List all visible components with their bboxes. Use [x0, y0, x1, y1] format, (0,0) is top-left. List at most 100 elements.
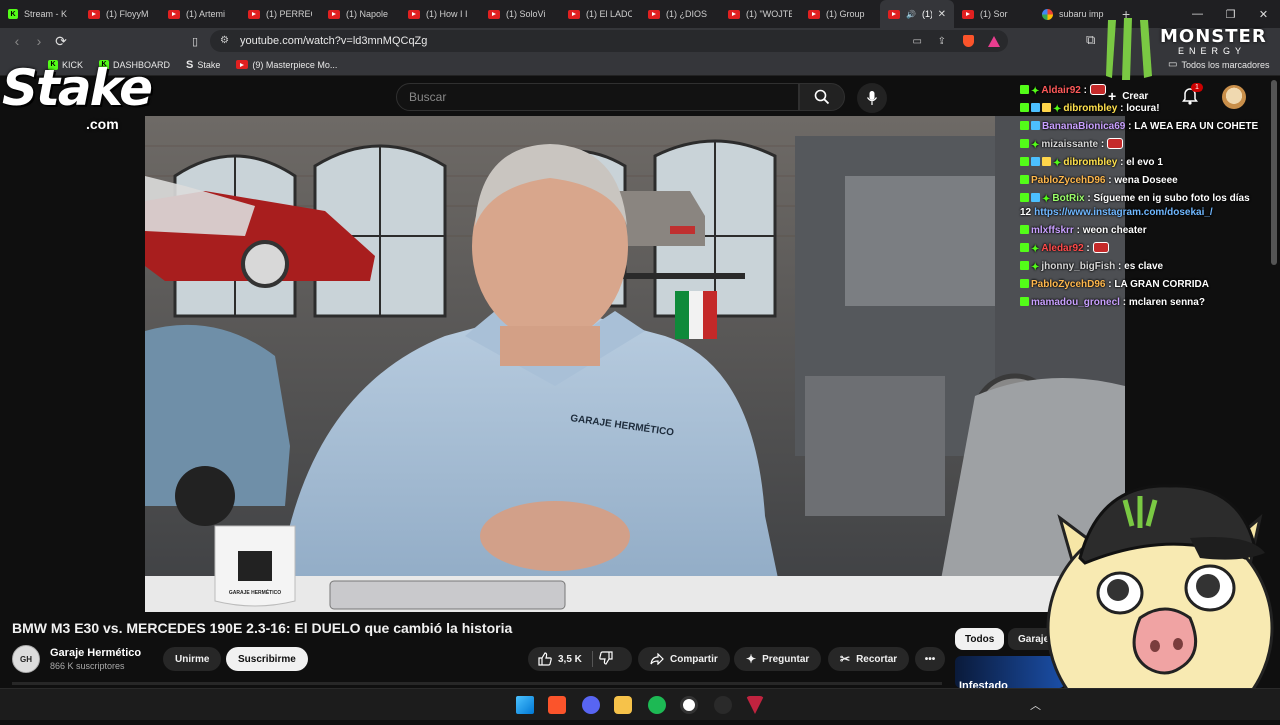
- chat-username[interactable]: BotRix: [1052, 193, 1084, 204]
- chat-username[interactable]: dibrombley: [1063, 157, 1117, 168]
- valorant-icon[interactable]: [746, 696, 764, 714]
- subscribe-button[interactable]: Suscribirme: [226, 647, 308, 671]
- tray-chevron-icon[interactable]: ︿: [1030, 697, 1041, 713]
- reload-icon[interactable]: ⟳: [50, 30, 72, 52]
- search-button[interactable]: [799, 83, 845, 111]
- chat-username[interactable]: dibrombley: [1063, 103, 1117, 114]
- speaker-icon[interactable]: 🔊: [906, 10, 916, 19]
- kick-badge-icon: [1020, 297, 1029, 306]
- chat-message: ✦ jhonny_bigFish : es clave: [1020, 260, 1260, 274]
- filter-chip-all[interactable]: Todos: [955, 628, 1005, 650]
- browser-tab[interactable]: (1) FloyyM: [80, 0, 160, 28]
- cat-mascot-overlay: [1040, 478, 1280, 725]
- browser-tab[interactable]: (1) El LADO: [560, 0, 640, 28]
- chat-separator: :: [1073, 225, 1083, 236]
- more-icon: •••: [924, 653, 936, 665]
- chat-text: el evo 1: [1126, 157, 1163, 168]
- browser-tab[interactable]: (1) ¿DIOS: [640, 0, 720, 28]
- chat-message: ✦ mizaissante :: [1020, 138, 1260, 152]
- stake-logo-text: Stake: [2, 59, 153, 117]
- youtube-icon: [568, 9, 580, 19]
- subscriber-badge-icon: [1031, 193, 1040, 202]
- back-icon[interactable]: ‹: [6, 30, 28, 52]
- chat-username[interactable]: PabloZycehD96: [1031, 175, 1105, 186]
- tab-label: (1) Sor: [980, 9, 1008, 19]
- chat-message: mlxffskrr : weon cheater: [1020, 224, 1260, 238]
- chat-link[interactable]: https://www.instagram.com/dosekai_/: [1034, 207, 1213, 218]
- bookmark-masterpiece[interactable]: (9) Masterpiece Mo...: [228, 60, 345, 70]
- windows-start-icon[interactable]: [516, 696, 534, 714]
- verified-badge-icon: ✦: [1053, 158, 1062, 169]
- tab-label: (1) Napole: [346, 9, 389, 19]
- progress-track: [12, 682, 942, 685]
- search-input[interactable]: Buscar: [396, 83, 799, 111]
- video-title: BMW M3 E30 vs. MERCEDES 190E 2.3-16: El …: [12, 620, 513, 636]
- forward-icon[interactable]: ›: [28, 30, 50, 52]
- brave-shield-icon[interactable]: [963, 35, 974, 47]
- steam-icon[interactable]: [680, 696, 698, 714]
- ask-button[interactable]: ✦ Preguntar: [734, 647, 822, 671]
- browser-tab[interactable]: (1) "WOJTE: [720, 0, 800, 28]
- browser-tab[interactable]: (1) Sor: [954, 0, 1034, 28]
- browser-tab[interactable]: (1) How I I: [400, 0, 480, 28]
- channel-avatar[interactable]: GH: [12, 645, 40, 673]
- site-info-icon[interactable]: ⚙: [220, 35, 229, 46]
- verified-badge-icon: ✦: [1053, 104, 1062, 115]
- share-button[interactable]: Compartir: [638, 647, 730, 671]
- browser-tab[interactable]: (1) Group: [800, 0, 880, 28]
- extensions-icon[interactable]: ⧉: [1086, 32, 1095, 48]
- chat-username[interactable]: PabloZycehD96: [1031, 279, 1105, 290]
- url-field[interactable]: ⚙ youtube.com/watch?v=ld3mnMQCqZg ▭ ⇪: [210, 30, 1008, 52]
- more-actions-button[interactable]: •••: [915, 647, 945, 671]
- cast-icon[interactable]: ▭: [913, 36, 922, 47]
- chat-username[interactable]: BananaBionica69: [1042, 121, 1125, 132]
- chat-username[interactable]: Aldair92: [1041, 85, 1080, 96]
- like-button[interactable]: 3,5 K: [538, 652, 582, 666]
- chat-username[interactable]: mamadou_gronecl: [1031, 297, 1120, 308]
- chat-username[interactable]: mizaissante: [1041, 139, 1098, 150]
- bookmark-icon[interactable]: ▯: [184, 30, 206, 52]
- chat-username[interactable]: Aledar92: [1041, 243, 1083, 254]
- tab-label: (1) How I I: [426, 9, 468, 19]
- video-player[interactable]: GARAJE HERMÉTICO GARAJE HERMÉTICO: [145, 116, 1125, 612]
- join-button[interactable]: Unirme: [163, 647, 222, 671]
- file-explorer-icon[interactable]: [614, 696, 632, 714]
- kick-badge-icon: [1020, 139, 1029, 148]
- browser-tab[interactable]: (1) Artemi: [160, 0, 240, 28]
- like-count: 3,5 K: [558, 653, 582, 665]
- chat-text: wena Doseee: [1114, 175, 1178, 186]
- obs-icon[interactable]: [714, 696, 732, 714]
- bookmark-label: Stake: [197, 59, 221, 70]
- chat-username[interactable]: mlxffskrr: [1031, 225, 1074, 236]
- chat-username[interactable]: jhonny_bigFish: [1041, 261, 1115, 272]
- close-tab-icon[interactable]: ✕: [938, 9, 946, 20]
- tab-label: (1) ¿DIOS: [666, 9, 708, 19]
- verified-badge-icon: ✦: [1031, 140, 1040, 151]
- brave-browser-icon[interactable]: [548, 696, 566, 714]
- browser-tab[interactable]: (1) PERREO: [240, 0, 320, 28]
- bookmark-stake[interactable]: S Stake: [178, 59, 228, 71]
- tab-label: (1) PERREO: [266, 9, 312, 19]
- spotify-icon[interactable]: [648, 696, 666, 714]
- kick-badge-icon: [1020, 279, 1029, 288]
- subscriber-count: 866 K suscriptores: [50, 661, 125, 671]
- clip-button[interactable]: ✂ Recortar: [828, 647, 910, 671]
- browser-tab[interactable]: 🔊 (1) ✕: [880, 0, 954, 28]
- tab-label: (1) Group: [826, 9, 865, 19]
- brave-rewards-icon[interactable]: [988, 35, 1000, 47]
- channel-name[interactable]: Garaje Hermético: [50, 647, 141, 659]
- voice-search-button[interactable]: [857, 83, 887, 113]
- browser-tab[interactable]: (1) Napole: [320, 0, 400, 28]
- browser-tab[interactable]: (1) SoloVi: [480, 0, 560, 28]
- sparkle-icon: ✦: [746, 652, 757, 666]
- youtube-icon: [328, 9, 340, 19]
- browser-tab[interactable]: K Stream - K: [0, 0, 80, 28]
- chat-separator: :: [1084, 193, 1094, 204]
- page-scrollbar[interactable]: [1271, 80, 1277, 265]
- video-frame-image: GARAJE HERMÉTICO GARAJE HERMÉTICO: [145, 116, 1125, 612]
- bookmark-label: (9) Masterpiece Mo...: [252, 59, 338, 70]
- gift-badge-icon: [1042, 103, 1051, 112]
- dislike-button[interactable]: [599, 650, 613, 668]
- discord-icon[interactable]: [582, 696, 600, 714]
- share-icon[interactable]: ⇪: [938, 36, 946, 47]
